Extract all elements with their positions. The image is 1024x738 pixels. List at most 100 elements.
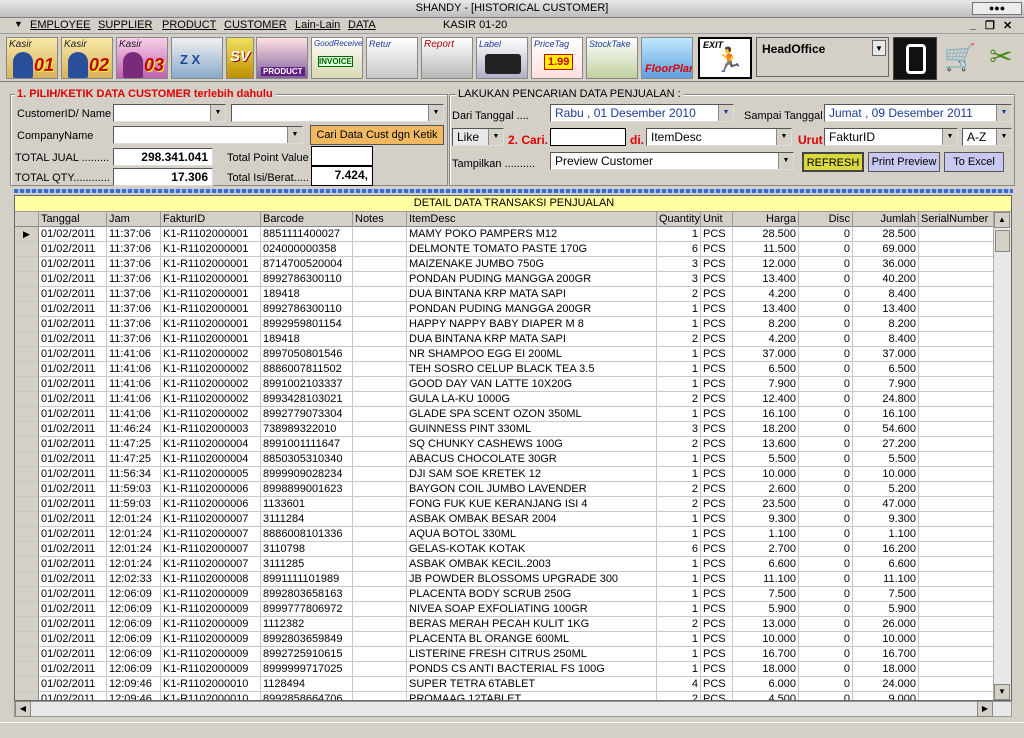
row-indicator[interactable] [15,242,39,257]
cell-notes[interactable] [353,422,407,437]
cell-tanggal[interactable]: 01/02/2011 [39,572,107,587]
cell-itemdesc[interactable]: GELAS-KOTAK KOTAK [407,542,657,557]
cell-harga[interactable]: 13.000 [733,617,799,632]
cell-notes[interactable] [353,662,407,677]
cell-notes[interactable] [353,272,407,287]
cell-jumlah[interactable]: 1.100 [853,527,919,542]
table-row[interactable]: 01/02/2011 11:41:06 K1-R1102000002 89970508… [15,347,995,362]
transactions-grid[interactable]: DETAIL DATA TRANSAKSI PENJUALAN Tanggal J… [14,195,1012,701]
row-indicator[interactable] [15,482,39,497]
table-row[interactable]: 01/02/2011 11:37:06 K1-R1102000001 189418 DU… [15,287,995,302]
cell-fakturid[interactable]: K1-R1102000009 [161,587,261,602]
cell-unit[interactable]: PCS [701,452,733,467]
row-indicator[interactable] [15,512,39,527]
cell-serialnumber[interactable] [919,452,995,467]
cell-itemdesc[interactable]: BERAS MERAH PECAH KULIT 1KG [407,617,657,632]
cell-harga[interactable]: 2.700 [733,542,799,557]
cell-notes[interactable] [353,587,407,602]
cell-notes[interactable] [353,557,407,572]
chevron-down-icon[interactable]: ▼ [488,129,503,145]
mdi-minimize-icon[interactable]: _ [970,19,976,31]
menu-data[interactable]: DATA [348,19,376,31]
cell-quantity[interactable]: 6 [657,242,701,257]
cell-tanggal[interactable]: 01/02/2011 [39,512,107,527]
cell-notes[interactable] [353,362,407,377]
cell-jumlah[interactable]: 11.100 [853,572,919,587]
cell-notes[interactable] [353,512,407,527]
table-row[interactable]: 01/02/2011 11:37:06 K1-R1102000001 89927863… [15,272,995,287]
cell-serialnumber[interactable] [919,362,995,377]
cell-serialnumber[interactable] [919,347,995,362]
cell-disc[interactable]: 0 [799,437,853,452]
cell-quantity[interactable]: 1 [657,467,701,482]
cell-jumlah[interactable]: 7.500 [853,587,919,602]
cell-harga[interactable]: 28.500 [733,227,799,242]
cell-harga[interactable]: 13.400 [733,302,799,317]
cell-notes[interactable] [353,317,407,332]
cell-tanggal[interactable]: 01/02/2011 [39,482,107,497]
cell-quantity[interactable]: 1 [657,347,701,362]
cell-disc[interactable]: 0 [799,227,853,242]
cell-quantity[interactable]: 3 [657,422,701,437]
cell-quantity[interactable]: 1 [657,302,701,317]
cell-tanggal[interactable]: 01/02/2011 [39,302,107,317]
refresh-button[interactable]: REFRESH [802,152,864,172]
cell-jumlah[interactable]: 6.600 [853,557,919,572]
cell-itemdesc[interactable]: DELMONTE TOMATO PASTE 170G [407,242,657,257]
cell-unit[interactable]: PCS [701,662,733,677]
kasir-02-button[interactable]: Kasir 02 [61,37,113,79]
cell-fakturid[interactable]: K1-R1102000009 [161,662,261,677]
cell-disc[interactable]: 0 [799,497,853,512]
good-received-button[interactable]: GoodReceived INVOICE [311,37,363,79]
pricetag-button[interactable]: PriceTag 1.99 [531,37,583,79]
cell-jam[interactable]: 11:37:06 [107,317,161,332]
cell-harga[interactable]: 7.900 [733,377,799,392]
cell-disc[interactable]: 0 [799,662,853,677]
cell-notes[interactable] [353,632,407,647]
cell-tanggal[interactable]: 01/02/2011 [39,587,107,602]
cell-tanggal[interactable]: 01/02/2011 [39,647,107,662]
cell-disc[interactable]: 0 [799,647,853,662]
cell-barcode[interactable]: 8999909028234 [261,467,353,482]
row-indicator[interactable] [15,257,39,272]
cell-unit[interactable]: PCS [701,602,733,617]
cell-notes[interactable] [353,392,407,407]
cell-unit[interactable]: PCS [701,527,733,542]
cell-jam[interactable]: 12:06:09 [107,617,161,632]
cell-harga[interactable]: 13.600 [733,437,799,452]
search-customer-button[interactable]: Cari Data Cust dgn Ketik [310,125,444,145]
cell-quantity[interactable]: 2 [657,692,701,700]
cell-jam[interactable]: 11:56:34 [107,467,161,482]
cell-fakturid[interactable]: K1-R1102000001 [161,257,261,272]
row-indicator[interactable] [15,377,39,392]
cell-serialnumber[interactable] [919,677,995,692]
sv-button[interactable]: SV [226,37,254,79]
cell-fakturid[interactable]: K1-R1102000004 [161,452,261,467]
display-mode-select[interactable]: Preview Customer ▼ [550,152,794,170]
cell-serialnumber[interactable] [919,242,995,257]
row-indicator[interactable] [15,272,39,287]
cell-serialnumber[interactable] [919,497,995,512]
cell-disc[interactable]: 0 [799,332,853,347]
cell-disc[interactable]: 0 [799,422,853,437]
cell-jam[interactable]: 11:37:06 [107,227,161,242]
cell-serialnumber[interactable] [919,272,995,287]
cell-notes[interactable] [353,287,407,302]
column-header-barcode[interactable]: Barcode [261,212,353,227]
cell-jumlah[interactable]: 16.700 [853,647,919,662]
cell-notes[interactable] [353,602,407,617]
barcode-scanner-icon[interactable] [893,37,937,80]
table-row[interactable]: 01/02/2011 11:37:06 K1-R1102000001 89929598… [15,317,995,332]
cell-tanggal[interactable]: 01/02/2011 [39,257,107,272]
cell-barcode[interactable]: 8886007811502 [261,362,353,377]
cell-serialnumber[interactable] [919,422,995,437]
cell-disc[interactable]: 0 [799,542,853,557]
cell-disc[interactable]: 0 [799,692,853,700]
cell-harga[interactable]: 18.200 [733,422,799,437]
cell-tanggal[interactable]: 01/02/2011 [39,392,107,407]
cell-fakturid[interactable]: K1-R1102000001 [161,332,261,347]
cell-jumlah[interactable]: 13.400 [853,302,919,317]
cell-notes[interactable] [353,407,407,422]
column-header-jam[interactable]: Jam [107,212,161,227]
column-header-itemdesc[interactable]: ItemDesc [407,212,657,227]
